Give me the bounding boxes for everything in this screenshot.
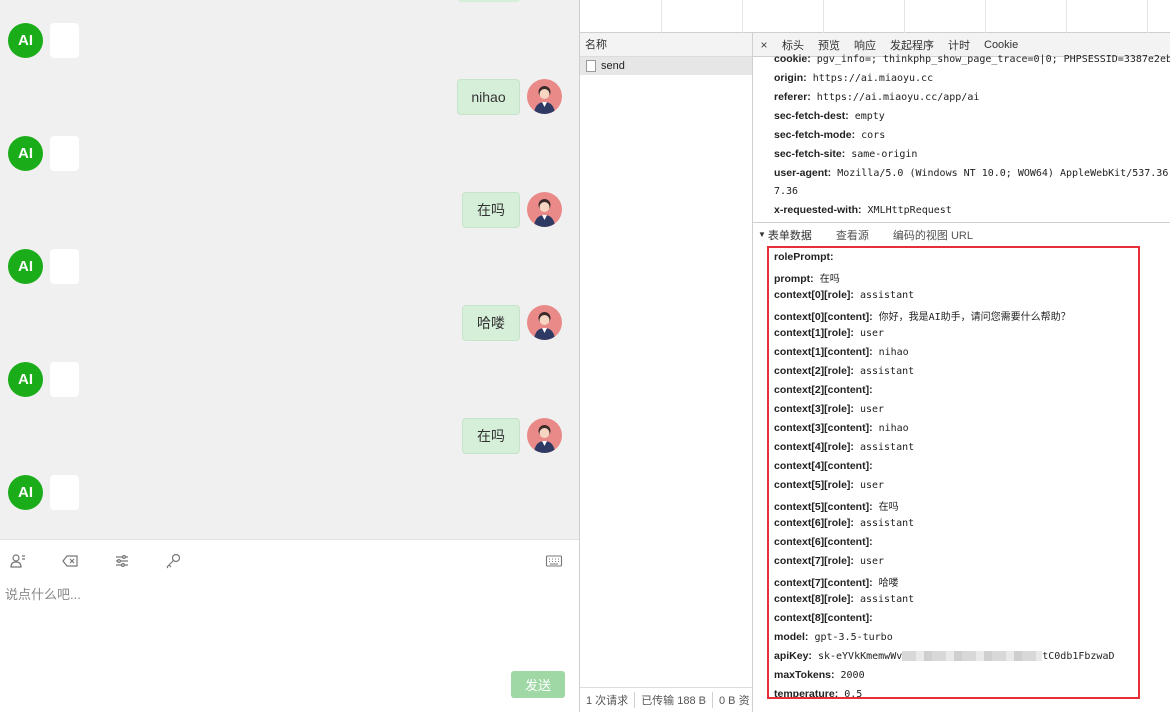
message-list[interactable]: AI nihao AI 在吗 AI 哈喽 AI 在吗 AI [0,0,579,539]
ai-message-bubble [50,249,79,284]
header-row: sec-fetch-mode: cors [774,129,886,141]
expand-triangle-icon[interactable]: ▼ [753,230,768,239]
request-name: send [601,60,625,72]
message-bubble-partial [458,0,520,2]
clear-icon[interactable] [61,552,79,570]
ai-avatar: AI [8,362,43,397]
resource-size: 0 B 资 [719,695,750,707]
tab-preview[interactable]: 预览 [811,37,847,53]
timeline-gridline [742,0,743,33]
request-count: 1 次请求 [580,692,636,708]
key-icon[interactable] [164,552,182,570]
header-row: user-agent: Mozilla/5.0 (Windows NT 10.0… [774,167,1170,179]
tab-headers[interactable]: 标头 [775,37,811,53]
send-button[interactable]: 发送 [511,671,565,698]
header-row: sec-fetch-site: same-origin [774,148,918,160]
request-list: 名称 send 1 次请求 已传输 188 B 0 B 资 [580,33,753,712]
person-settings-icon[interactable] [9,552,27,570]
ai-avatar: AI [8,136,43,171]
user-avatar [527,79,562,114]
header-row-continued: 7.36 [774,186,799,197]
header-row: x-requested-with: XMLHttpRequest [774,204,952,216]
ai-avatar: AI [8,23,43,58]
sliders-icon[interactable] [113,552,131,570]
keyboard-icon[interactable] [545,552,563,570]
request-detail: × 标头 预览 响应 发起程序 计时 Cookie cookie: pgv_in… [753,33,1170,712]
tab-initiator[interactable]: 发起程序 [883,37,941,53]
ai-message-bubble [50,23,79,58]
user-avatar [527,418,562,453]
ai-avatar: AI [8,249,43,284]
ai-message-bubble [50,362,79,397]
form-data-section-header[interactable]: ▼ 表单数据 查看源 编码的视图 URL [753,222,1170,246]
timeline-gridline [661,0,662,33]
form-data-title: 表单数据 [767,229,812,242]
user-message-bubble: 在吗 [462,192,520,228]
timeline-gridline [823,0,824,33]
message-input[interactable]: 说点什么吧... [5,584,81,603]
network-timeline[interactable] [580,0,1170,33]
tab-cookie[interactable]: Cookie [977,39,1025,51]
user-message-bubble: 在吗 [462,418,520,454]
close-icon[interactable]: × [753,38,775,52]
transferred-size: 已传输 188 B [635,692,713,708]
user-message-bubble: 哈喽 [462,305,520,341]
view-url-encoded-link[interactable]: 编码的视图 URL [869,227,973,243]
user-message-bubble: nihao [457,79,520,115]
header-row: referer: https://ai.miaoyu.cc/app/ai [774,91,980,103]
timeline-gridline [904,0,905,33]
request-list-header[interactable]: 名称 [580,33,752,57]
ai-avatar: AI [8,475,43,510]
view-source-link[interactable]: 查看源 [812,227,869,243]
user-avatar [527,305,562,340]
tab-timing[interactable]: 计时 [941,37,977,53]
user-avatar [527,192,562,227]
timeline-gridline [1147,0,1148,33]
network-status-bar: 1 次请求 已传输 188 B 0 B 资 [580,687,752,712]
tab-response[interactable]: 响应 [847,37,883,53]
chat-app: AI nihao AI 在吗 AI 哈喽 AI 在吗 AI 说点什么吧... 发… [0,0,579,712]
highlight-box [767,246,1140,699]
devtools-network-panel: 名称 send 1 次请求 已传输 188 B 0 B 资 × 标头 预览 响应… [579,0,1170,712]
document-icon [586,60,596,72]
ai-message-bubble [50,136,79,171]
header-row: cookie: pgv_info=; thinkphp_show_page_tr… [774,53,1170,65]
timeline-gridline [985,0,986,33]
ai-message-bubble [50,475,79,510]
timeline-gridline [1066,0,1067,33]
composer: 说点什么吧... 发送 [0,539,579,712]
header-row: sec-fetch-dest: empty [774,110,885,122]
header-row: origin: https://ai.miaoyu.cc [774,72,934,84]
request-row-send[interactable]: send [580,57,752,75]
